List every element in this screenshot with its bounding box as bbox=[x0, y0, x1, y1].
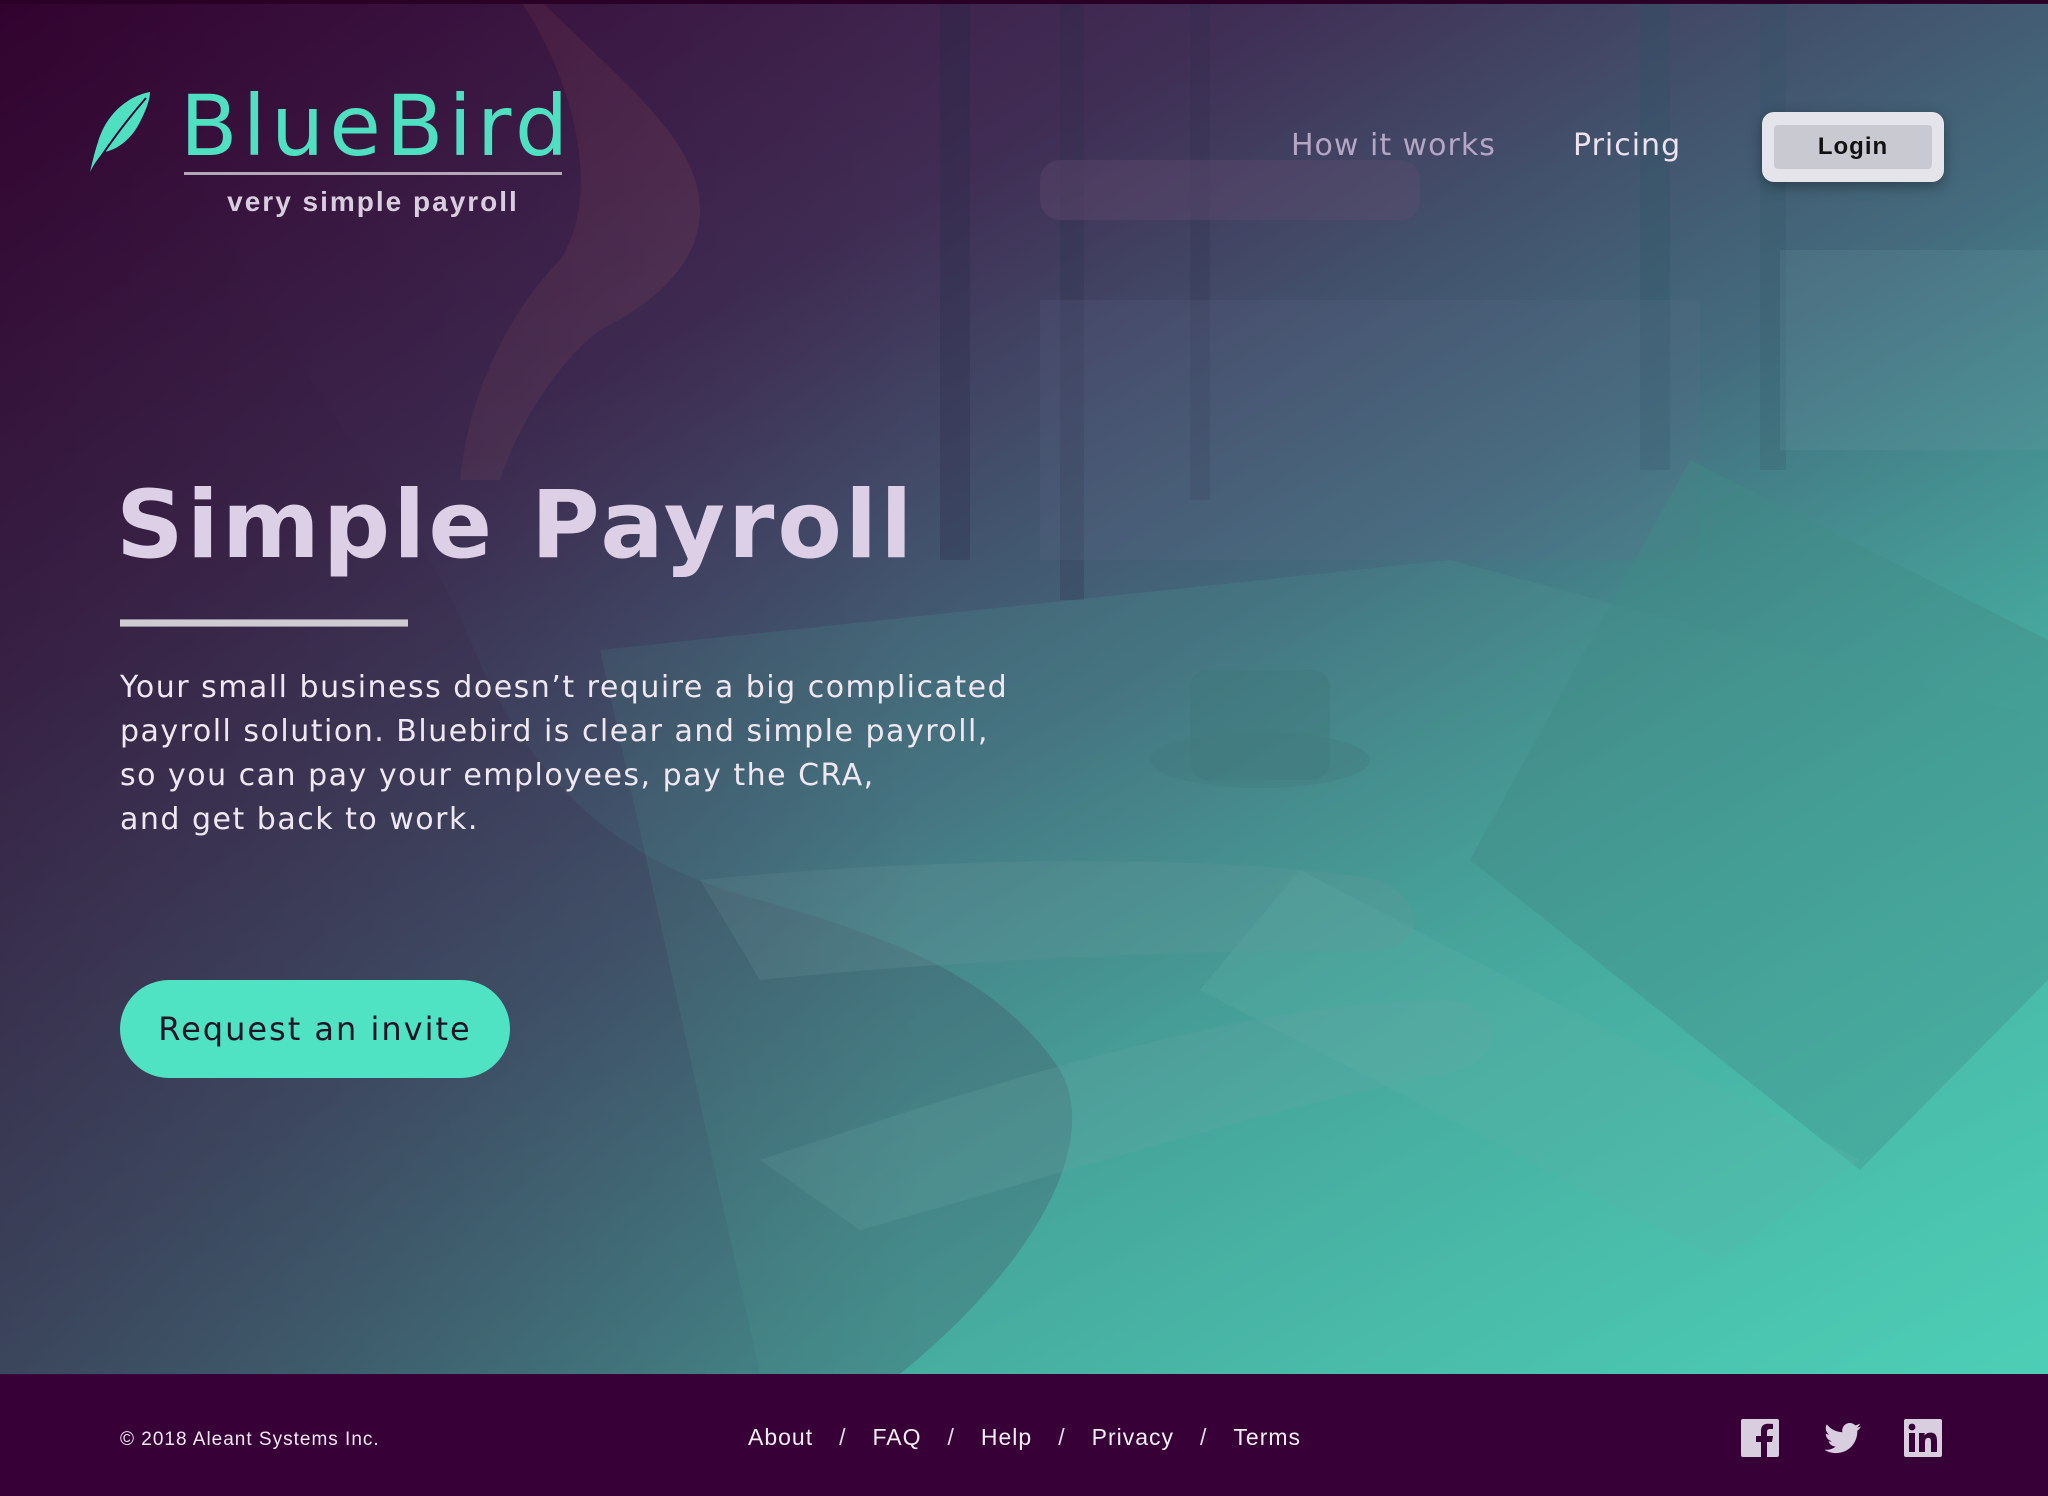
footer-link-privacy[interactable]: Privacy bbox=[1092, 1424, 1174, 1450]
nav-how-it-works[interactable]: How it works bbox=[1291, 128, 1496, 163]
footer-link-faq[interactable]: FAQ bbox=[873, 1424, 922, 1450]
hero-section: BlueBird very simple payroll How it work… bbox=[0, 0, 2048, 1374]
hero-title-underline bbox=[120, 619, 408, 627]
footer-separator: / bbox=[1200, 1424, 1208, 1450]
footer-link-help[interactable]: Help bbox=[981, 1424, 1032, 1450]
footer-link-about[interactable]: About bbox=[748, 1424, 813, 1450]
footer-links: About / FAQ / Help / Privacy / Terms bbox=[748, 1424, 1301, 1451]
request-invite-button[interactable]: Request an invite bbox=[120, 980, 510, 1078]
hero-description-line: payroll solution. Bluebird is clear and … bbox=[120, 714, 989, 749]
brand-logo[interactable]: BlueBird very simple payroll bbox=[88, 77, 568, 232]
brand-tagline: very simple payroll bbox=[227, 186, 519, 217]
footer: © 2018 Aleant Systems Inc. About / FAQ / Hel… bbox=[0, 1374, 2048, 1496]
hero-title: Simple Payroll bbox=[116, 471, 916, 580]
copyright-text: © 2018 Aleant Systems Inc. bbox=[120, 1429, 380, 1450]
top-border bbox=[0, 0, 2048, 4]
footer-link-terms[interactable]: Terms bbox=[1233, 1424, 1301, 1450]
login-button-label: Login bbox=[1774, 125, 1932, 169]
brand-underline bbox=[184, 172, 562, 175]
facebook-icon[interactable] bbox=[1741, 1419, 1779, 1457]
twitter-icon[interactable] bbox=[1824, 1419, 1862, 1457]
hero-description: Your small business doesn’t require a bi… bbox=[120, 666, 1040, 842]
footer-separator: / bbox=[947, 1424, 955, 1450]
hero-description-line: and get back to work. bbox=[120, 802, 479, 837]
footer-separator: / bbox=[839, 1424, 847, 1450]
landing-page: BlueBird very simple payroll How it work… bbox=[0, 0, 2048, 1496]
linkedin-icon[interactable] bbox=[1904, 1419, 1942, 1457]
hero-description-line: Your small business doesn’t require a bi… bbox=[120, 670, 1009, 705]
feather-icon bbox=[90, 92, 150, 172]
hero-description-line: so you can pay your employees, pay the C… bbox=[120, 758, 875, 793]
nav-pricing[interactable]: Pricing bbox=[1573, 128, 1681, 163]
brand-name: BlueBird bbox=[180, 77, 574, 175]
footer-separator: / bbox=[1058, 1424, 1066, 1450]
login-button[interactable]: Login bbox=[1762, 112, 1944, 182]
